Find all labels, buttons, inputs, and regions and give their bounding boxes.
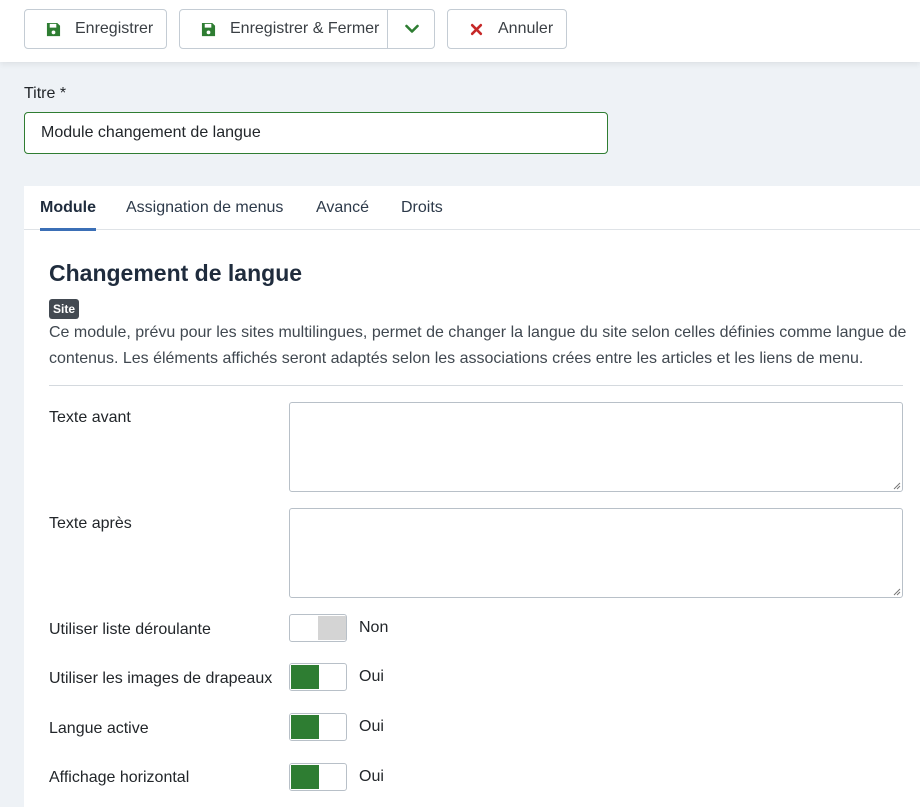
flags-toggle[interactable] bbox=[289, 663, 347, 691]
flags-label: Utiliser les images de drapeaux bbox=[49, 670, 273, 687]
chevron-down-icon bbox=[404, 24, 419, 33]
horizontal-toggle[interactable] bbox=[289, 763, 347, 791]
toggle-knob bbox=[318, 616, 346, 640]
cancel-label: Annuler bbox=[498, 20, 554, 37]
dropdown-label: Utiliser liste déroulante bbox=[49, 621, 211, 638]
save-options-dropdown-button[interactable] bbox=[388, 10, 435, 48]
tab-permissions[interactable]: Droits bbox=[401, 186, 443, 230]
title-label: Titre * bbox=[24, 85, 67, 102]
floppy-disk-icon bbox=[43, 19, 63, 39]
tab-menu-assignment[interactable]: Assignation de menus bbox=[126, 186, 283, 230]
site-badge: Site bbox=[49, 299, 80, 319]
divider bbox=[49, 385, 903, 386]
tab-bar: Module Assignation de menus Avancé Droit… bbox=[24, 186, 920, 231]
close-icon bbox=[466, 19, 486, 39]
active-language-label: Langue active bbox=[49, 720, 149, 737]
text-before-label: Texte avant bbox=[49, 409, 131, 426]
resize-handle-icon[interactable] bbox=[891, 480, 901, 490]
title-input[interactable]: Module changement de langue bbox=[24, 112, 608, 154]
save-close-button[interactable]: Enregistrer & Fermer bbox=[230, 20, 379, 38]
dropdown-state: Non bbox=[359, 619, 389, 636]
tab-advanced[interactable]: Avancé bbox=[316, 186, 369, 230]
module-card: Module Assignation de menus Avancé Droit… bbox=[24, 186, 920, 807]
save-button[interactable]: Enregistrer bbox=[24, 9, 167, 49]
active-language-state: Oui bbox=[359, 718, 384, 735]
horizontal-label: Affichage horizontal bbox=[49, 769, 190, 786]
horizontal-state: Oui bbox=[359, 768, 384, 785]
active-language-toggle[interactable] bbox=[289, 713, 347, 741]
text-after-textarea[interactable] bbox=[289, 508, 903, 598]
toggle-knob bbox=[291, 765, 319, 789]
toolbar: Enregistrer Enregistrer & Fermer Annuler bbox=[0, 0, 920, 62]
save-close-button-group: Enregistrer & Fermer bbox=[179, 9, 435, 49]
text-before-textarea[interactable] bbox=[289, 402, 903, 492]
dropdown-toggle[interactable] bbox=[289, 614, 347, 642]
floppy-disk-icon bbox=[198, 19, 218, 39]
cancel-button[interactable]: Annuler bbox=[447, 9, 567, 49]
toggle-knob bbox=[291, 665, 319, 689]
module-description: Ce module, prévu pour les sites multilin… bbox=[49, 324, 907, 367]
text-after-label: Texte après bbox=[49, 515, 132, 532]
flags-state: Oui bbox=[359, 668, 384, 685]
save-label: Enregistrer bbox=[75, 20, 154, 37]
toggle-knob bbox=[291, 715, 319, 739]
resize-handle-icon[interactable] bbox=[891, 586, 901, 596]
tab-module[interactable]: Module bbox=[40, 186, 96, 231]
module-title: Changement de langue bbox=[49, 260, 303, 286]
